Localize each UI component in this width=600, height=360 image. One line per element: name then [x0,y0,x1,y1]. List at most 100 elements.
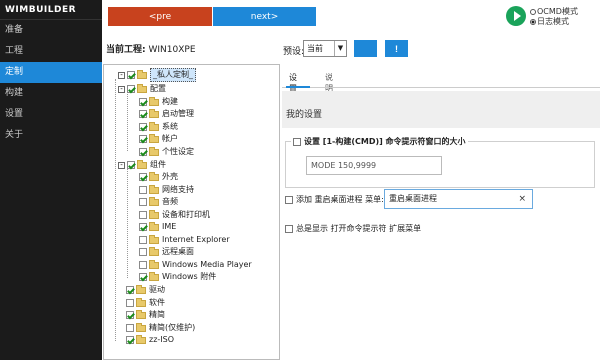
cmd-size-group: 设置 [1-构建(CMD)] 命令提示符窗口的大小 MODE 150,9999 [285,136,595,188]
folder-icon [149,196,159,206]
tree-node-label: 系统 [162,122,178,131]
tree-checkbox[interactable] [139,198,147,206]
folder-icon [137,159,147,169]
tree-node-components[interactable]: - 组件 [118,159,166,171]
cmd-size-option[interactable]: 设置 [1-构建(CMD)] 命令提示符窗口的大小 [291,136,468,147]
tree-node-slim-maint[interactable]: 精简(仅维护) [126,322,195,334]
tree-checkbox[interactable] [139,261,147,269]
tree-checkbox[interactable] [139,248,147,256]
cmd-menu-option[interactable]: 总是显示 打开命令提示符 扩展菜单 [285,223,421,234]
collapse-toggle[interactable]: - [118,85,125,93]
tab-active-indicator [286,86,310,88]
cmd-size-input[interactable]: MODE 150,9999 [306,156,442,175]
tree-checkbox[interactable] [139,173,147,181]
tree-checkbox[interactable] [139,98,147,106]
restart-desktop-label: 添加 重启桌面进程 菜单: [296,195,384,204]
tree-checkbox[interactable] [127,71,135,79]
tree-node-audio[interactable]: 音频 [139,196,178,208]
cmd-menu-checkbox[interactable] [285,224,293,233]
folder-icon [149,108,159,118]
cmd-size-checkbox[interactable] [293,137,301,146]
tree-checkbox[interactable] [126,299,134,307]
folder-icon [149,146,159,156]
current-project: 当前工程: WIN10XPE [106,42,196,55]
preset-select[interactable]: 当前 ▼ [303,40,347,57]
chevron-down-icon: ▼ [334,41,346,56]
collapse-toggle[interactable]: - [118,71,125,79]
tree-node-iso[interactable]: zz-ISO [126,334,174,346]
tree-node-label: 组件 [150,160,166,169]
tree-node-label: 远程桌面 [162,247,194,256]
tree-node-account[interactable]: 帐户 [139,133,178,145]
tree-node-shell[interactable]: 外壳 [139,171,178,183]
mode-option-log[interactable]: 日志模式 [530,16,569,27]
tree-node-software[interactable]: 软件 [126,297,165,309]
restart-desktop-input[interactable]: 重启桌面进程 × [384,189,533,209]
tree-node-personal[interactable]: 个性设定 [139,146,194,158]
tree-node-ie[interactable]: Internet Explorer [139,234,230,246]
tree-node-slim[interactable]: 精简 [126,309,165,321]
tree-node-build[interactable]: 构建 [139,96,178,108]
toolbar: <pre next> 当前工程: WIN10XPE 预设: 当前 ▼ ! OCMD… [102,0,600,64]
collapse-toggle[interactable]: - [118,161,125,169]
preset-value: 当前 [307,44,323,53]
tree-node-wmp[interactable]: Windows Media Player [139,259,252,271]
tree-node-drivers[interactable]: 驱动 [126,284,165,296]
tree-checkbox[interactable] [139,148,147,156]
sidebar-item-about[interactable]: 关于 [0,125,102,146]
next-button[interactable]: next> [213,7,316,26]
tree-node-boot[interactable]: 启动管理 [139,108,194,120]
tree-node-label: Internet Explorer [162,235,230,244]
folder-icon [137,83,147,93]
tree-checkbox[interactable] [139,135,147,143]
tree-node-system[interactable]: 系统 [139,121,178,133]
preset-save-button[interactable] [354,40,377,57]
folder-icon [136,284,146,294]
tree-checkbox[interactable] [126,286,134,294]
pre-button[interactable]: <pre [108,7,212,26]
tree-checkbox[interactable] [139,211,147,219]
restart-desktop-checkbox[interactable] [285,195,293,204]
tree-node-config[interactable]: - 配置 [118,83,166,95]
tree-checkbox[interactable] [139,273,147,281]
section-title: 我的设置 [282,91,600,128]
tree-node-label: 精简 [149,310,165,319]
tree-node-label: 设备和打印机 [162,210,210,219]
tree-checkbox[interactable] [139,123,147,131]
folder-icon [149,184,159,194]
tree-node-private[interactable]: - _私人定制_ [118,68,196,82]
tree-node-network[interactable]: 网络支持 [139,184,194,196]
cmd-menu-label: 总是显示 打开命令提示符 扩展菜单 [296,224,422,233]
radio-ocmd[interactable] [530,8,536,15]
tree-node-label: 精简(仅维护) [149,323,196,332]
tree-node-ime[interactable]: IME [139,221,176,233]
sidebar-item-settings[interactable]: 设置 [0,104,102,125]
tree-node-accessories[interactable]: Windows 附件 [139,271,216,283]
folder-icon [136,322,146,332]
radio-log[interactable] [530,18,536,25]
tree-node-label: Windows 附件 [162,272,217,281]
tree-node-rdp[interactable]: 远程桌面 [139,246,194,258]
tree-checkbox[interactable] [126,311,134,319]
sidebar-item-prepare[interactable]: 准备 [0,20,102,41]
sidebar-item-customize[interactable]: 定制 [0,62,102,83]
tree-checkbox[interactable] [139,223,147,231]
folder-icon [149,96,159,106]
tree-checkbox[interactable] [139,186,147,194]
tree-checkbox[interactable] [126,336,134,344]
tree-checkbox[interactable] [139,236,147,244]
sidebar-item-build[interactable]: 构建 [0,83,102,104]
tree-checkbox[interactable] [127,85,135,93]
tree-node-label: _私人定制_ [150,68,196,82]
sidebar-item-project[interactable]: 工程 [0,41,102,62]
tree-checkbox[interactable] [127,161,135,169]
component-tree: - _私人定制_ - 配置 构建 启动管理 系统 帐户 个性设定 - 组件 外壳 网络… [103,64,280,360]
clear-icon[interactable]: × [518,190,526,208]
tree-checkbox[interactable] [139,110,147,118]
play-icon[interactable] [506,6,526,26]
tree-checkbox[interactable] [126,324,134,332]
restart-desktop-option[interactable]: 添加 重启桌面进程 菜单: [285,194,384,205]
preset-alert-button[interactable]: ! [385,40,408,57]
tree-node-printers[interactable]: 设备和打印机 [139,209,210,221]
folder-icon [149,121,159,131]
